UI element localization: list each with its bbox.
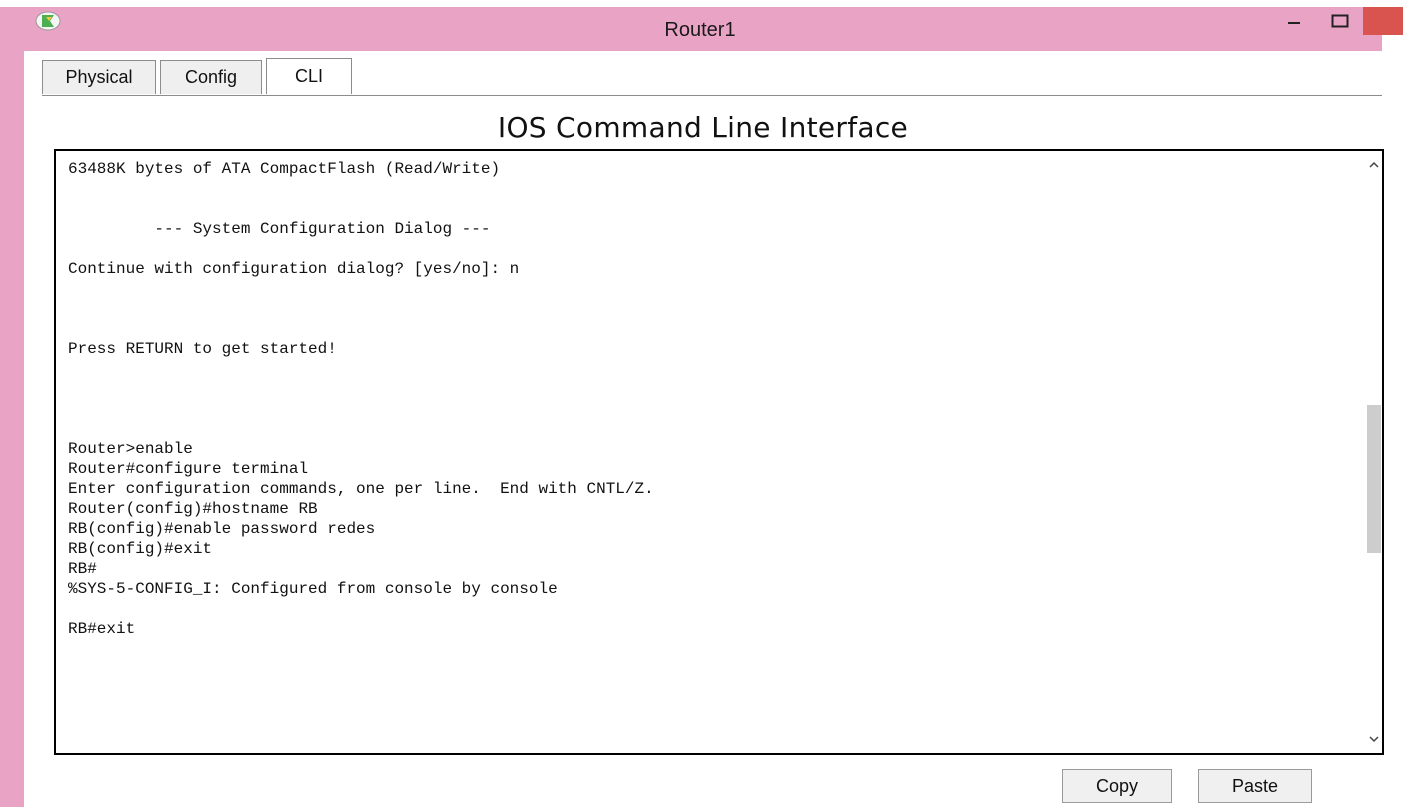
console-scrollbar[interactable] [1366,151,1382,753]
tab-cli[interactable]: CLI [266,58,352,94]
cli-heading: IOS Command Line Interface [497,111,909,144]
scroll-down-icon[interactable] [1366,731,1382,747]
scroll-thumb[interactable] [1367,405,1381,553]
tab-bar: Physical Config CLI [42,58,356,96]
scroll-up-icon[interactable] [1366,157,1382,173]
minimize-button[interactable] [1271,7,1317,35]
maximize-button[interactable] [1317,7,1363,35]
copy-button[interactable]: Copy [1062,769,1172,803]
tab-physical[interactable]: Physical [42,60,156,94]
cli-console[interactable]: 63488K bytes of ATA CompactFlash (Read/W… [54,149,1384,755]
screen: Router1 Physical Config CLI IOS Command … [0,0,1412,807]
close-button[interactable] [1363,7,1403,35]
minimize-icon [1288,22,1300,24]
title-bar[interactable]: Router1 [18,7,1403,51]
window-title: Router1 [664,19,736,41]
tab-divider [42,95,1382,96]
paste-button[interactable]: Paste [1198,769,1312,803]
tab-config[interactable]: Config [160,60,262,94]
window-border-left [0,7,18,807]
maximize-icon [1331,14,1349,28]
window-content: Physical Config CLI IOS Command Line Int… [24,51,1384,807]
console-output[interactable]: 63488K bytes of ATA CompactFlash (Read/W… [68,159,654,639]
router-window: Router1 Physical Config CLI IOS Command … [18,7,1403,807]
